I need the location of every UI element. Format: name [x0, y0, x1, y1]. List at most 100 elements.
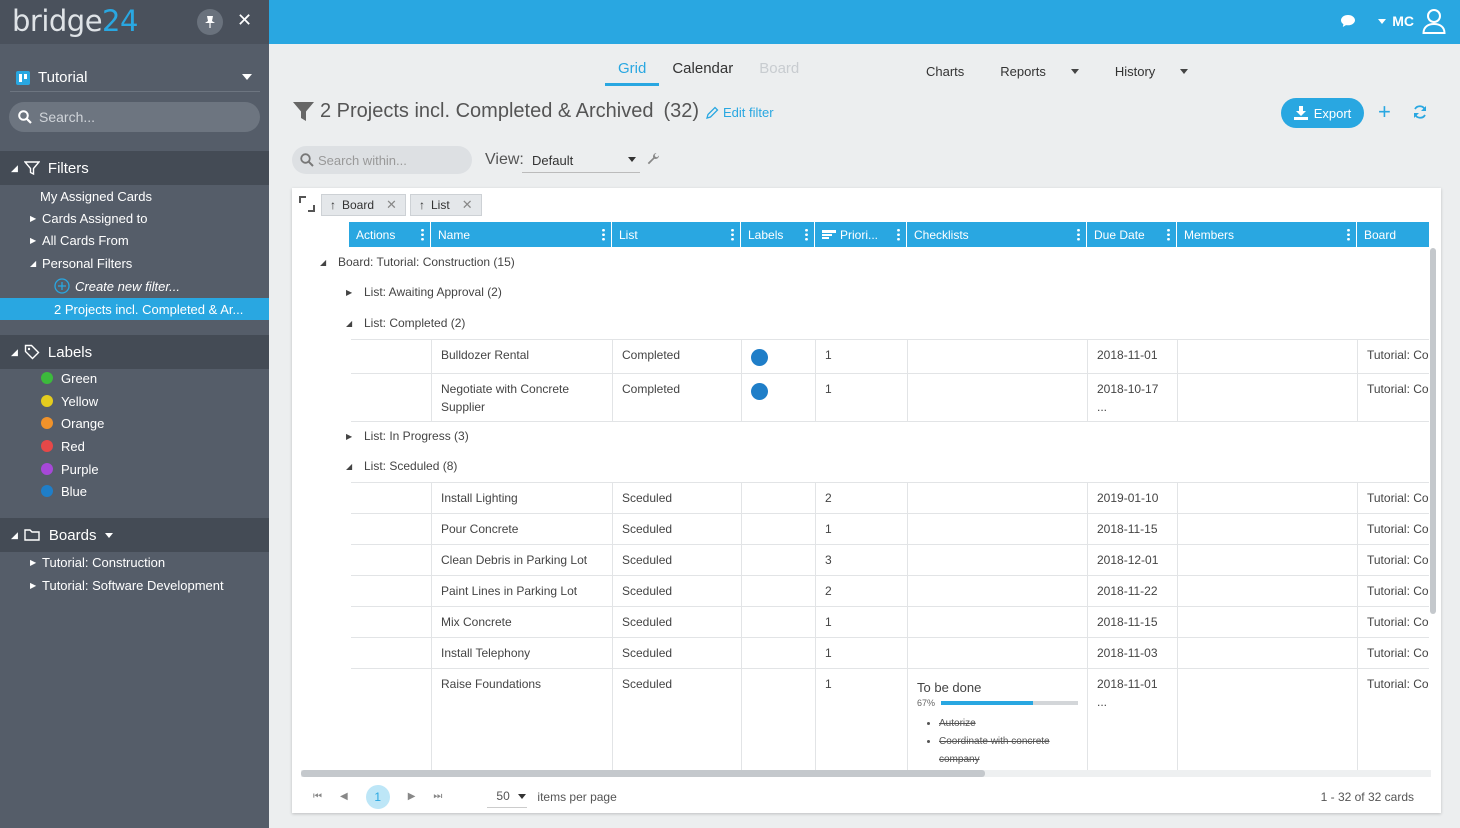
label-item-purple[interactable]: Purple: [0, 458, 269, 480]
group-chip-list[interactable]: ↑ List ✕: [410, 194, 482, 216]
project-selector[interactable]: Tutorial: [10, 64, 260, 92]
user-menu[interactable]: MC: [1340, 8, 1446, 34]
vertical-scrollbar[interactable]: [1430, 248, 1436, 768]
sidebar-item-my-assigned-cards[interactable]: My Assigned Cards: [0, 185, 269, 207]
tab-reports[interactable]: Reports: [1000, 64, 1097, 79]
column-header-priority[interactable]: Priori...: [815, 222, 907, 247]
label-item-blue[interactable]: Blue: [0, 480, 269, 502]
column-header-due-date[interactable]: Due Date: [1087, 222, 1177, 247]
group-row-list[interactable]: ◢ List: Sceduled (8): [292, 458, 1429, 474]
name-cell[interactable]: Bulldozer Rental: [432, 340, 613, 373]
column-header-board[interactable]: Board: [1357, 222, 1429, 247]
actions-cell[interactable]: [351, 340, 432, 373]
create-new-filter-button[interactable]: Create new filter...: [0, 275, 269, 297]
group-chip-board[interactable]: ↑ Board ✕: [321, 194, 406, 216]
chevron-down-icon[interactable]: [105, 532, 114, 538]
chat-icon[interactable]: [1340, 14, 1356, 28]
actions-cell[interactable]: [351, 638, 432, 668]
refresh-icon[interactable]: [1412, 104, 1428, 123]
labels-section-header[interactable]: ◢ Labels: [0, 335, 269, 369]
name-cell[interactable]: Raise Foundations: [432, 669, 613, 770]
close-icon[interactable]: ✕: [237, 10, 252, 31]
sidebar-item-cards-assigned-to[interactable]: ▶ Cards Assigned to: [0, 207, 269, 229]
column-menu-icon[interactable]: [1347, 228, 1350, 241]
checklist-item[interactable]: Autorize: [939, 715, 1078, 733]
group-row-list[interactable]: ▶ List: In Progress (3): [292, 428, 1429, 444]
table-row[interactable]: Mix Concrete Sceduled 1 2018-11-15 ... T…: [351, 606, 1429, 637]
table-row[interactable]: Install Lighting Sceduled 2 2019-01-10 .…: [351, 482, 1429, 513]
tab-calendar[interactable]: Calendar: [659, 60, 746, 86]
view-select[interactable]: Default: [522, 148, 640, 173]
column-menu-icon[interactable]: [1167, 228, 1170, 241]
first-page-icon[interactable]: ⏮: [313, 791, 322, 802]
actions-cell[interactable]: [351, 483, 432, 513]
wrench-icon[interactable]: [646, 152, 660, 169]
table-row[interactable]: Install Telephony Sceduled 1 2018-11-03 …: [351, 637, 1429, 668]
label-item-orange[interactable]: Orange: [0, 412, 269, 434]
horizontal-scrollbar[interactable]: [301, 770, 1431, 777]
name-cell[interactable]: Install Lighting: [432, 483, 613, 513]
sidebar-item-personal-filters[interactable]: ◢ Personal Filters: [0, 252, 269, 274]
tab-history[interactable]: History: [1115, 64, 1206, 79]
sidebar-item-all-cards-from[interactable]: ▶ All Cards From: [0, 229, 269, 251]
column-header-members[interactable]: Members: [1177, 222, 1357, 247]
actions-cell[interactable]: [351, 545, 432, 575]
next-page-icon[interactable]: ▶: [408, 791, 416, 802]
expand-corners-icon[interactable]: [299, 196, 315, 212]
table-row[interactable]: Bulldozer Rental Completed 1 2018-11-01 …: [351, 339, 1429, 373]
column-header-checklists[interactable]: Checklists: [907, 222, 1087, 247]
name-cell[interactable]: Clean Debris in Parking Lot: [432, 545, 613, 575]
search-within-input[interactable]: Search within...: [292, 146, 472, 174]
column-header-labels[interactable]: Labels: [741, 222, 815, 247]
tab-charts[interactable]: Charts: [926, 64, 982, 79]
tab-grid[interactable]: Grid: [605, 60, 660, 86]
name-cell[interactable]: Mix Concrete: [432, 607, 613, 637]
column-header-list[interactable]: List: [612, 222, 741, 247]
sidebar-search-input[interactable]: Search...: [9, 102, 260, 132]
column-header-name[interactable]: Name: [431, 222, 612, 247]
table-row[interactable]: Raise Foundations Sceduled 1 To be done …: [351, 668, 1429, 770]
add-icon[interactable]: +: [1378, 99, 1391, 125]
column-menu-icon[interactable]: [731, 228, 734, 241]
table-row[interactable]: Pour Concrete Sceduled 1 2018-11-15 ... …: [351, 513, 1429, 544]
actions-cell[interactable]: [351, 669, 432, 770]
sidebar-item-board-construction[interactable]: ▶ Tutorial: Construction: [0, 551, 269, 573]
table-row[interactable]: Clean Debris in Parking Lot Sceduled 3 2…: [351, 544, 1429, 575]
page-button[interactable]: 1: [365, 784, 390, 809]
column-menu-icon[interactable]: [897, 228, 900, 241]
boards-section-header[interactable]: ◢ Boards: [0, 518, 269, 552]
checklist-item[interactable]: Coordinate with concrete company: [939, 733, 1078, 769]
close-icon[interactable]: ✕: [462, 197, 473, 213]
label-item-yellow[interactable]: Yellow: [0, 390, 269, 412]
filters-section-header[interactable]: ◢ Filters: [0, 151, 269, 185]
name-cell[interactable]: Pour Concrete: [432, 514, 613, 544]
label-item-green[interactable]: Green: [0, 367, 269, 389]
scrollbar-thumb[interactable]: [1430, 248, 1436, 614]
name-cell[interactable]: Install Telephony: [432, 638, 613, 668]
table-row[interactable]: Negotiate with Concrete Supplier Complet…: [351, 373, 1429, 422]
edit-filter-link[interactable]: Edit filter: [706, 105, 774, 120]
close-icon[interactable]: ✕: [386, 197, 397, 213]
sidebar-item-active-filter[interactable]: 2 Projects incl. Completed & Ar...: [0, 298, 269, 320]
actions-cell[interactable]: [351, 607, 432, 637]
column-menu-icon[interactable]: [1077, 228, 1080, 241]
last-page-icon[interactable]: ⏭: [433, 791, 442, 802]
sidebar-item-board-software[interactable]: ▶ Tutorial: Software Development: [0, 574, 269, 596]
column-menu-icon[interactable]: [421, 228, 424, 241]
actions-cell[interactable]: [351, 514, 432, 544]
group-row-list[interactable]: ◢ List: Completed (2): [292, 315, 1429, 331]
export-button[interactable]: Export: [1281, 98, 1364, 128]
name-cell[interactable]: Negotiate with Concrete Supplier: [432, 374, 613, 421]
column-menu-icon[interactable]: [805, 228, 808, 241]
scrollbar-thumb[interactable]: [301, 770, 985, 777]
column-menu-icon[interactable]: [602, 228, 605, 241]
actions-cell[interactable]: [351, 576, 432, 606]
column-header-actions[interactable]: Actions: [349, 222, 431, 247]
page-size-select[interactable]: 50: [487, 786, 528, 808]
name-cell[interactable]: Paint Lines in Parking Lot: [432, 576, 613, 606]
prev-page-icon[interactable]: ◀: [340, 791, 348, 802]
group-row-list[interactable]: ▶ List: Awaiting Approval (2): [292, 284, 1429, 300]
table-row[interactable]: Paint Lines in Parking Lot Sceduled 2 20…: [351, 575, 1429, 606]
label-item-red[interactable]: Red: [0, 435, 269, 457]
actions-cell[interactable]: [351, 374, 432, 421]
